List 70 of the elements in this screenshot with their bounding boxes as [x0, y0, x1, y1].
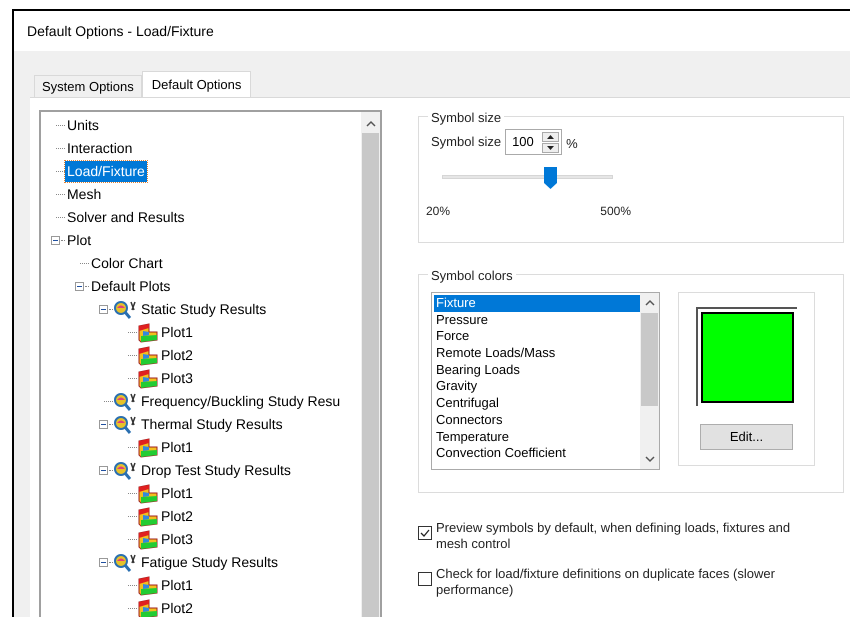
spin-arrows-icon[interactable]	[542, 132, 560, 152]
collapse-icon[interactable]	[99, 466, 108, 475]
tree-item[interactable]: Plot2	[159, 345, 195, 366]
list-item[interactable]: Centrifugal	[434, 395, 640, 412]
list-item[interactable]: Remote Loads/Mass	[434, 345, 640, 362]
list-box[interactable]: Fixture Pressure Force Remote Loads/Mass Bearing Loads Gravity Centrifugal Connectors Temperature Convection Coefficient	[431, 292, 660, 470]
list-item[interactable]: Temperature	[434, 428, 640, 446]
list-item[interactable]: Gravity	[434, 378, 640, 396]
collapse-icon[interactable]	[99, 420, 108, 429]
tree-item[interactable]: Plot1	[159, 437, 195, 458]
scroll-down-icon[interactable]	[644, 456, 654, 463]
tree-item[interactable]: Plot2	[159, 598, 195, 617]
scrollbar-thumb[interactable]	[641, 312, 658, 406]
tree-item[interactable]: Plot3	[159, 529, 195, 550]
scroll-up-icon[interactable]	[366, 120, 376, 127]
list-item[interactable]: Convection Coefficient	[434, 445, 640, 462]
plot-icon	[137, 484, 159, 504]
tree-item[interactable]: Default Plots	[89, 276, 172, 297]
collapse-icon[interactable]	[99, 558, 108, 567]
scale-label: 20%	[426, 203, 450, 220]
list-item[interactable]: Fixture	[434, 295, 640, 312]
checkbox[interactable]	[418, 572, 432, 586]
plot-icon	[137, 530, 159, 550]
tree-item[interactable]: Thermal Study Results	[139, 414, 285, 435]
tab[interactable]: Default Options	[142, 71, 252, 97]
plot-icon	[137, 598, 159, 617]
scrollbar[interactable]	[640, 293, 659, 469]
tree-item[interactable]: Interaction	[65, 138, 134, 159]
color-swatch[interactable]	[701, 312, 794, 403]
list-item[interactable]: Force	[434, 328, 640, 346]
scroll-up-icon[interactable]	[644, 299, 654, 306]
collapse-icon[interactable]	[75, 282, 84, 291]
tree-item[interactable]: Load/Fixture	[65, 161, 147, 182]
tree-item[interactable]: Mesh	[65, 184, 104, 205]
checkbox-label: Check for load/fixture definitions on duplicate faces (slower performance)	[436, 566, 776, 598]
slider-track[interactable]	[442, 166, 613, 190]
tree-item[interactable]: Plot1	[159, 483, 195, 504]
tree-item[interactable]: Solver and Results	[65, 207, 187, 228]
tree-item[interactable]: Plot	[65, 230, 94, 251]
tree-item[interactable]: Units	[65, 115, 101, 136]
edit-button[interactable]: Edit...	[700, 424, 793, 450]
tree-item[interactable]: Frequency/Buckling Study Resu	[139, 391, 342, 412]
tree-item[interactable]: Plot2	[159, 506, 195, 527]
window-title: Default Options - Load/Fixture	[27, 22, 214, 41]
plot-icon	[137, 438, 159, 458]
plot-icon	[137, 506, 159, 526]
field-label: Symbol size	[431, 133, 502, 152]
collapse-icon[interactable]	[99, 305, 108, 314]
plot-icon	[137, 368, 159, 388]
plot-icon	[137, 346, 159, 366]
tree-item[interactable]: Plot1	[159, 575, 195, 596]
tab[interactable]: System Options	[34, 75, 142, 97]
collapse-icon[interactable]	[51, 236, 60, 245]
unit-label: %	[566, 135, 578, 154]
list-item[interactable]: Bearing Loads	[434, 362, 640, 378]
tree-item[interactable]: Static Study Results	[139, 299, 268, 320]
tree-item[interactable]: Plot3	[159, 368, 195, 389]
checkbox[interactable]	[418, 526, 432, 540]
tree-item[interactable]: Fatigue Study Results	[139, 552, 280, 573]
list-item[interactable]: Pressure	[434, 312, 640, 328]
tree-item[interactable]: Color Chart	[89, 253, 165, 274]
tree-item[interactable]: Plot1	[159, 322, 195, 343]
plot-icon	[137, 322, 159, 342]
list-item[interactable]: Connectors	[434, 412, 640, 428]
spin-box[interactable]: 100	[505, 129, 562, 155]
plot-icon	[137, 576, 159, 596]
checkbox-label: Preview symbols by default, when defining loads, fixtures and mesh control	[436, 520, 792, 552]
tree-item[interactable]: Drop Test Study Results	[139, 460, 293, 481]
slider-thumb[interactable]	[543, 166, 558, 190]
scale-label: 500%	[600, 203, 631, 220]
